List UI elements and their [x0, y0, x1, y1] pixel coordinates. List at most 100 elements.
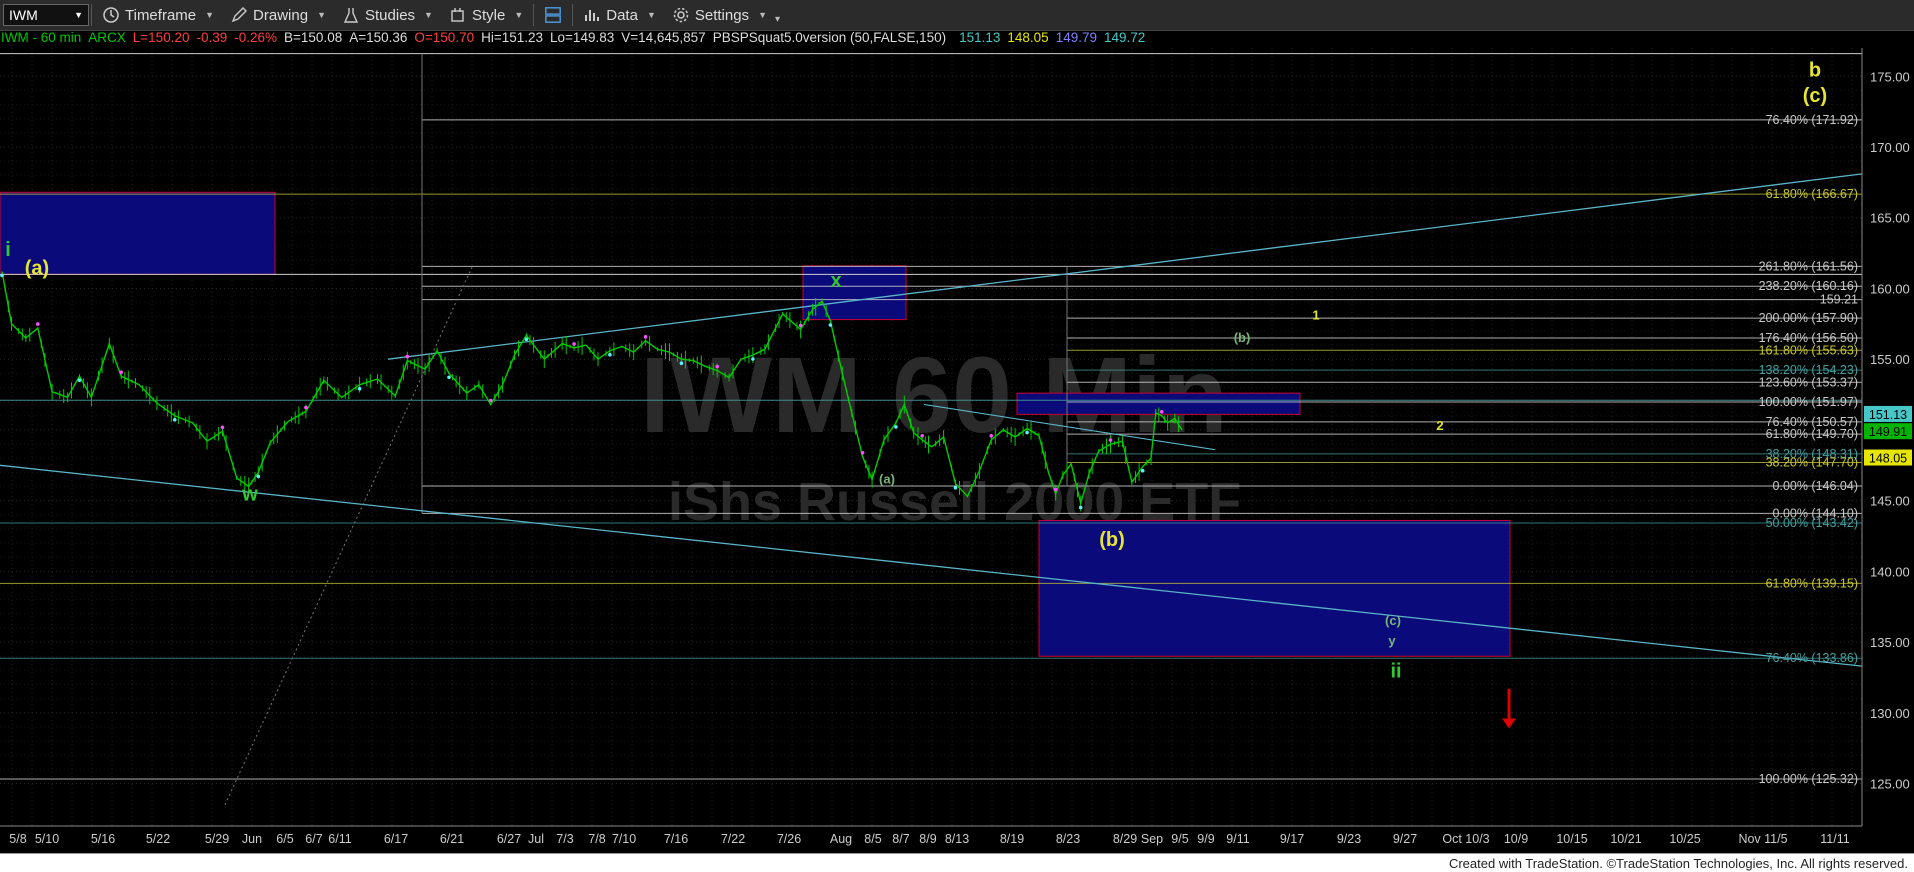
x-tick-label: 6/21 [440, 832, 464, 846]
x-tick-label: 5/22 [146, 832, 170, 846]
caret-icon: ▼ [646, 10, 656, 20]
x-tick-label: 10/9 [1504, 832, 1528, 846]
signal-dot [643, 335, 648, 339]
signal-dot [715, 364, 719, 369]
x-tick-label: 8/13 [945, 832, 969, 846]
toolbar: IWM ▼ Timeframe ▼ Drawing ▼ Studies ▼ Style ▼… [0, 0, 1914, 31]
y-tick-label: 135.00 [1870, 635, 1910, 650]
chart-canvas[interactable]: IWM 60 Min iShs Russell 2000 ETF b (c) i (a… [0, 0, 1914, 871]
x-tick-label: 9/27 [1393, 832, 1417, 846]
signal-dot [173, 418, 177, 422]
signal-dot [920, 434, 924, 438]
x-tick-label: 6/17 [384, 832, 408, 846]
fib-label: 161.80% (155.63) [1759, 343, 1858, 357]
wave-label: (c) [1385, 613, 1401, 628]
info-percent: -0.26% [234, 30, 278, 45]
x-tick-label: 6/7 [305, 832, 322, 846]
fib-label: 261.80% (161.56) [1759, 259, 1858, 273]
layout-icon [545, 7, 562, 23]
wave-label: w [241, 484, 258, 506]
study-value-3: 149.79 [1055, 30, 1097, 45]
x-tick-label: 8/5 [864, 832, 881, 846]
signal-dot [989, 434, 994, 438]
x-tick-label: 9/5 [1171, 832, 1188, 846]
x-tick-label: 8/7 [892, 832, 909, 846]
studies-label: Studies [365, 6, 416, 24]
toolbar-separator [533, 4, 535, 26]
x-tick-label: 6/27 [497, 832, 521, 846]
x-tick-label: Jul [528, 832, 544, 846]
x-tick-label: Aug [830, 832, 852, 846]
fib-label: 61.80% (166.67) [1766, 187, 1858, 201]
y-tick-label: 160.00 [1870, 281, 1910, 296]
caret-icon: ▼ [205, 10, 215, 20]
wave-label: 2 [1436, 418, 1443, 433]
chart-watermark: IWM 60 Min iShs Russell 2000 ETF [640, 334, 1241, 532]
info-low: Lo=149.83 [550, 30, 615, 45]
style-icon [451, 8, 464, 22]
fib-label: 200.00% (157.90) [1759, 311, 1858, 325]
y-tick-label: 165.00 [1870, 211, 1910, 226]
settings-button[interactable]: Settings ▼ [664, 1, 775, 29]
fib-label: 159.21 [1820, 293, 1858, 307]
signal-dot [405, 354, 410, 359]
gear-icon [673, 7, 689, 23]
timeframe-button[interactable]: Timeframe ▼ [94, 1, 222, 29]
settings-label: Settings [694, 6, 750, 24]
flask-icon [343, 8, 359, 23]
x-tick-label: 7/3 [556, 832, 573, 846]
info-high: Hi=151.23 [481, 30, 544, 45]
studies-button[interactable]: Studies ▼ [334, 1, 441, 29]
overflow-icon[interactable]: ▾ [775, 14, 780, 25]
symbol-input[interactable]: IWM ▼ [3, 4, 89, 26]
signal-dot [1140, 468, 1145, 473]
signal-dot [357, 386, 362, 391]
study-value-4: 149.72 [1103, 30, 1146, 45]
y-tick-label: 140.00 [1870, 564, 1910, 579]
x-tick-label: 7/26 [777, 832, 801, 846]
x-tick-label: 9/9 [1197, 832, 1214, 846]
toolbar-separator [572, 4, 574, 26]
info-title: IWM - 60 min [1, 30, 82, 45]
fib-label: 100.00% (151.97) [1759, 395, 1858, 409]
y-tick-label: 130.00 [1870, 706, 1910, 721]
caret-icon: ▼ [317, 10, 326, 20]
x-tick-label: 9/23 [1337, 832, 1361, 846]
x-tick-label: 6/11 [328, 832, 351, 846]
info-volume: V=14,645,857 [621, 30, 706, 45]
symbol-value: IWM [9, 7, 38, 23]
info-exchange: ARCX [88, 30, 126, 45]
signal-dot [894, 425, 898, 429]
info-ask: A=150.36 [349, 30, 408, 45]
signal-dot [608, 352, 612, 357]
data-button[interactable]: Data ▼ [575, 1, 664, 29]
x-tick-label: 7/8 [588, 832, 605, 846]
x-tick-label: 7/22 [721, 832, 745, 846]
data-label: Data [606, 6, 638, 24]
wave-label: (a) [25, 257, 49, 279]
x-tick-label: 9/11 [1226, 832, 1249, 846]
drawing-button[interactable]: Drawing ▼ [222, 1, 334, 29]
info-change: -0.39 [196, 30, 228, 45]
signal-dot [447, 375, 451, 380]
signal-dot [1108, 438, 1113, 442]
signal-dot [1053, 487, 1058, 492]
x-tick-label: 8/29 [1113, 832, 1137, 846]
style-button[interactable]: Style ▼ [441, 1, 531, 29]
copyright-text: Created with TradeStation. ©TradeStation… [1448, 856, 1908, 871]
fib-label: 0.00% (146.04) [1773, 479, 1858, 493]
y-tick-label: 125.00 [1870, 777, 1910, 792]
wave-label: i [5, 239, 11, 261]
signal-dot [1159, 410, 1164, 414]
wave-label: (a) [879, 472, 895, 487]
fib-label: 50.00% (143.42) [1766, 516, 1858, 530]
wave-label: 1 [1312, 308, 1319, 323]
wave-label: ii [1390, 660, 1401, 682]
wave-label: x [830, 270, 841, 292]
fib-label: 61.80% (149.70) [1766, 427, 1858, 441]
info-bar: IWM - 60 min ARCX L=150.20 -0.39 -0.26% … [0, 30, 1914, 48]
signal-dot [751, 357, 755, 361]
x-tick-label: 6/5 [276, 832, 293, 846]
x-tick-label: 10/25 [1669, 832, 1700, 846]
layout-button[interactable] [536, 1, 570, 29]
